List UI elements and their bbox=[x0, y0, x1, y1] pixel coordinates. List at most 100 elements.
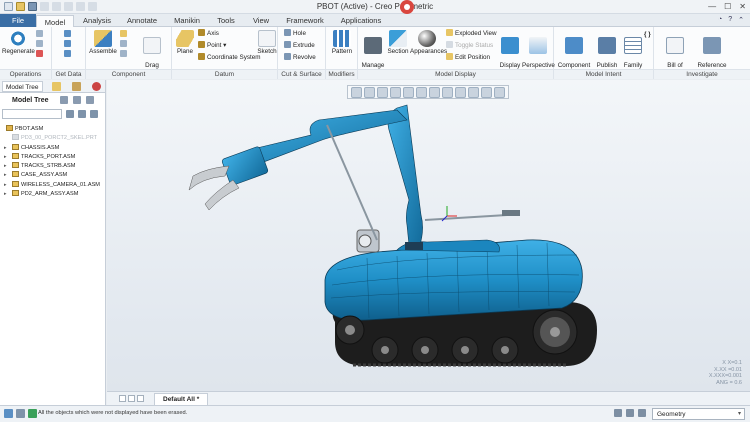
tab-view[interactable]: View bbox=[245, 14, 277, 27]
navigator-toggle-icon[interactable] bbox=[16, 409, 25, 418]
navigator-tabs: Model Tree bbox=[0, 80, 106, 93]
message-log-icon[interactable] bbox=[4, 409, 13, 418]
find-icon[interactable] bbox=[614, 409, 622, 417]
mirror-component-icon[interactable] bbox=[120, 50, 129, 59]
tree-node[interactable]: ▸ PD2_ARM_ASSY.ASM bbox=[2, 190, 106, 199]
filter-icon[interactable] bbox=[78, 110, 86, 118]
robot-model[interactable] bbox=[107, 80, 750, 391]
status-bar: All the objects which were not displayed… bbox=[0, 405, 750, 422]
browser-toggle-icon[interactable] bbox=[28, 409, 37, 418]
tab-model-tree[interactable]: Model Tree bbox=[2, 81, 43, 92]
tree-node-label: PBOT.ASM bbox=[15, 126, 44, 132]
tab-framework[interactable]: Framework bbox=[280, 14, 330, 27]
group-investigate: Bill of Materials Reference Viewer Inves… bbox=[654, 27, 750, 79]
group-label: Model Intent bbox=[554, 69, 653, 79]
pattern-button[interactable]: Pattern bbox=[329, 30, 355, 55]
unit-readout: X X=0.1 X.XX =0.01 X.XXX=0.001 ANG = 0.6 bbox=[709, 360, 742, 386]
coordinate-system-button[interactable]: Coordinate System bbox=[198, 53, 261, 62]
axis-icon bbox=[198, 29, 205, 36]
expand-toggle-icon[interactable]: ▸ bbox=[4, 162, 7, 171]
add-tab-icon[interactable] bbox=[137, 395, 144, 402]
tab-manikin[interactable]: Manikin bbox=[167, 14, 207, 27]
tree-columns-icon[interactable] bbox=[73, 96, 81, 104]
minimize-ribbon-icon[interactable]: ⌃ bbox=[738, 16, 744, 24]
show-icon[interactable] bbox=[86, 96, 94, 104]
expand-toggle-icon[interactable]: ▸ bbox=[4, 144, 7, 153]
smart-select-icon[interactable] bbox=[638, 409, 646, 417]
selection-filter-icon[interactable] bbox=[626, 409, 634, 417]
assemble-button[interactable]: Assemble bbox=[88, 30, 118, 55]
search-icon[interactable] bbox=[66, 110, 74, 118]
tab-annotate[interactable]: Annotate bbox=[120, 14, 164, 27]
tree-node[interactable]: ▸ CHASSIS.ASM bbox=[2, 143, 106, 153]
exploded-view-icon bbox=[446, 29, 453, 36]
delete-icon[interactable] bbox=[36, 50, 45, 59]
tree-node[interactable]: ▸ CASE_ASSY.ASM bbox=[2, 171, 106, 180]
model-tab-default-all[interactable]: Default All * bbox=[154, 393, 209, 405]
copy-icon[interactable] bbox=[36, 30, 45, 39]
part-icon bbox=[12, 134, 19, 141]
exploded-view-button[interactable]: Exploded View bbox=[446, 29, 497, 38]
point-button[interactable]: Point ▾ bbox=[198, 41, 226, 50]
extrude-button[interactable]: Extrude bbox=[284, 41, 315, 50]
plane-button[interactable]: Plane bbox=[174, 30, 196, 55]
expand-toggle-icon[interactable]: ▸ bbox=[4, 181, 7, 190]
tab-file[interactable]: File bbox=[0, 14, 36, 27]
tab-tools[interactable]: Tools bbox=[210, 14, 242, 27]
display-style-icon bbox=[501, 37, 519, 54]
tree-node[interactable]: ▸ WIRELESS_CAMERA_01.ASM bbox=[2, 180, 106, 190]
tree-node[interactable]: ▸ TRACKS_STRB.ASM bbox=[2, 162, 106, 171]
edit-position-button[interactable]: Edit Position bbox=[446, 53, 490, 62]
expand-toggle-icon[interactable]: ▸ bbox=[4, 153, 7, 162]
robot-arm bbox=[188, 104, 520, 250]
graphics-viewport[interactable]: X X=0.1 X.XX =0.01 X.XXX=0.001 ANG = 0.6 bbox=[107, 80, 750, 391]
create-component-icon[interactable] bbox=[120, 30, 129, 39]
repeat-icon[interactable] bbox=[120, 40, 129, 49]
next-tab-icon[interactable] bbox=[128, 395, 135, 402]
shrinkwrap-icon[interactable] bbox=[64, 50, 73, 59]
sketch-button[interactable]: Sketch bbox=[256, 30, 278, 55]
component-interface-icon bbox=[565, 37, 583, 54]
group-component: Assemble Drag Components Component bbox=[86, 27, 172, 79]
drag-hand-icon bbox=[143, 37, 161, 54]
hole-button[interactable]: Hole bbox=[284, 29, 306, 38]
revolve-icon bbox=[284, 53, 291, 60]
regenerate-button[interactable]: Regenerate bbox=[2, 30, 35, 55]
toggle-status-button[interactable]: Toggle Status bbox=[446, 41, 493, 50]
appearances-button[interactable]: Appearances bbox=[410, 30, 447, 55]
assembly-icon bbox=[12, 180, 19, 187]
tab-applications[interactable]: Applications bbox=[333, 14, 389, 27]
layer-icon[interactable] bbox=[92, 82, 101, 91]
tree-settings-icon[interactable] bbox=[60, 96, 68, 104]
prev-tab-icon[interactable] bbox=[119, 395, 126, 402]
tree-search-input[interactable] bbox=[2, 109, 62, 119]
status-message: All the objects which were not displayed… bbox=[38, 410, 188, 416]
section-button[interactable]: Section bbox=[386, 30, 410, 55]
assembly-icon bbox=[12, 152, 19, 159]
revolve-button[interactable]: Revolve bbox=[284, 53, 316, 62]
assembly-icon bbox=[6, 125, 13, 131]
tree-root-node[interactable]: PBOT.ASM bbox=[2, 125, 106, 134]
expand-toggle-icon[interactable]: ▸ bbox=[4, 190, 7, 199]
add-column-icon[interactable] bbox=[90, 110, 98, 118]
minimize-icon[interactable]: — bbox=[708, 2, 716, 11]
folder-browser-icon[interactable] bbox=[52, 82, 61, 91]
group-label: Operations bbox=[0, 69, 51, 79]
copy-geometry-icon[interactable] bbox=[64, 40, 73, 49]
tree-node-label: PD2_ARM_ASSY.ASM bbox=[21, 191, 79, 198]
maximize-icon[interactable]: ☐ bbox=[724, 2, 731, 11]
search-help-icon[interactable]: ◔ bbox=[718, 16, 722, 24]
selection-filter-dropdown[interactable]: Geometry bbox=[652, 408, 745, 420]
relations-icon[interactable]: { } bbox=[644, 30, 651, 39]
expand-toggle-icon[interactable]: ▸ bbox=[4, 171, 7, 180]
tree-node[interactable]: ▸ TRACKS_PORT.ASM bbox=[2, 152, 106, 162]
group-label: Investigate bbox=[654, 69, 750, 79]
tree-node[interactable]: PD3_00_PORCT2_SKEL.PRT bbox=[2, 134, 106, 143]
user-defined-feature-icon[interactable] bbox=[64, 30, 73, 39]
paste-icon[interactable] bbox=[36, 40, 45, 49]
tab-analysis[interactable]: Analysis bbox=[77, 14, 117, 27]
favorites-icon[interactable] bbox=[72, 82, 81, 91]
close-icon[interactable]: ✕ bbox=[739, 2, 746, 11]
axis-button[interactable]: Axis bbox=[198, 29, 219, 38]
help-icon[interactable]: ? bbox=[728, 16, 732, 24]
